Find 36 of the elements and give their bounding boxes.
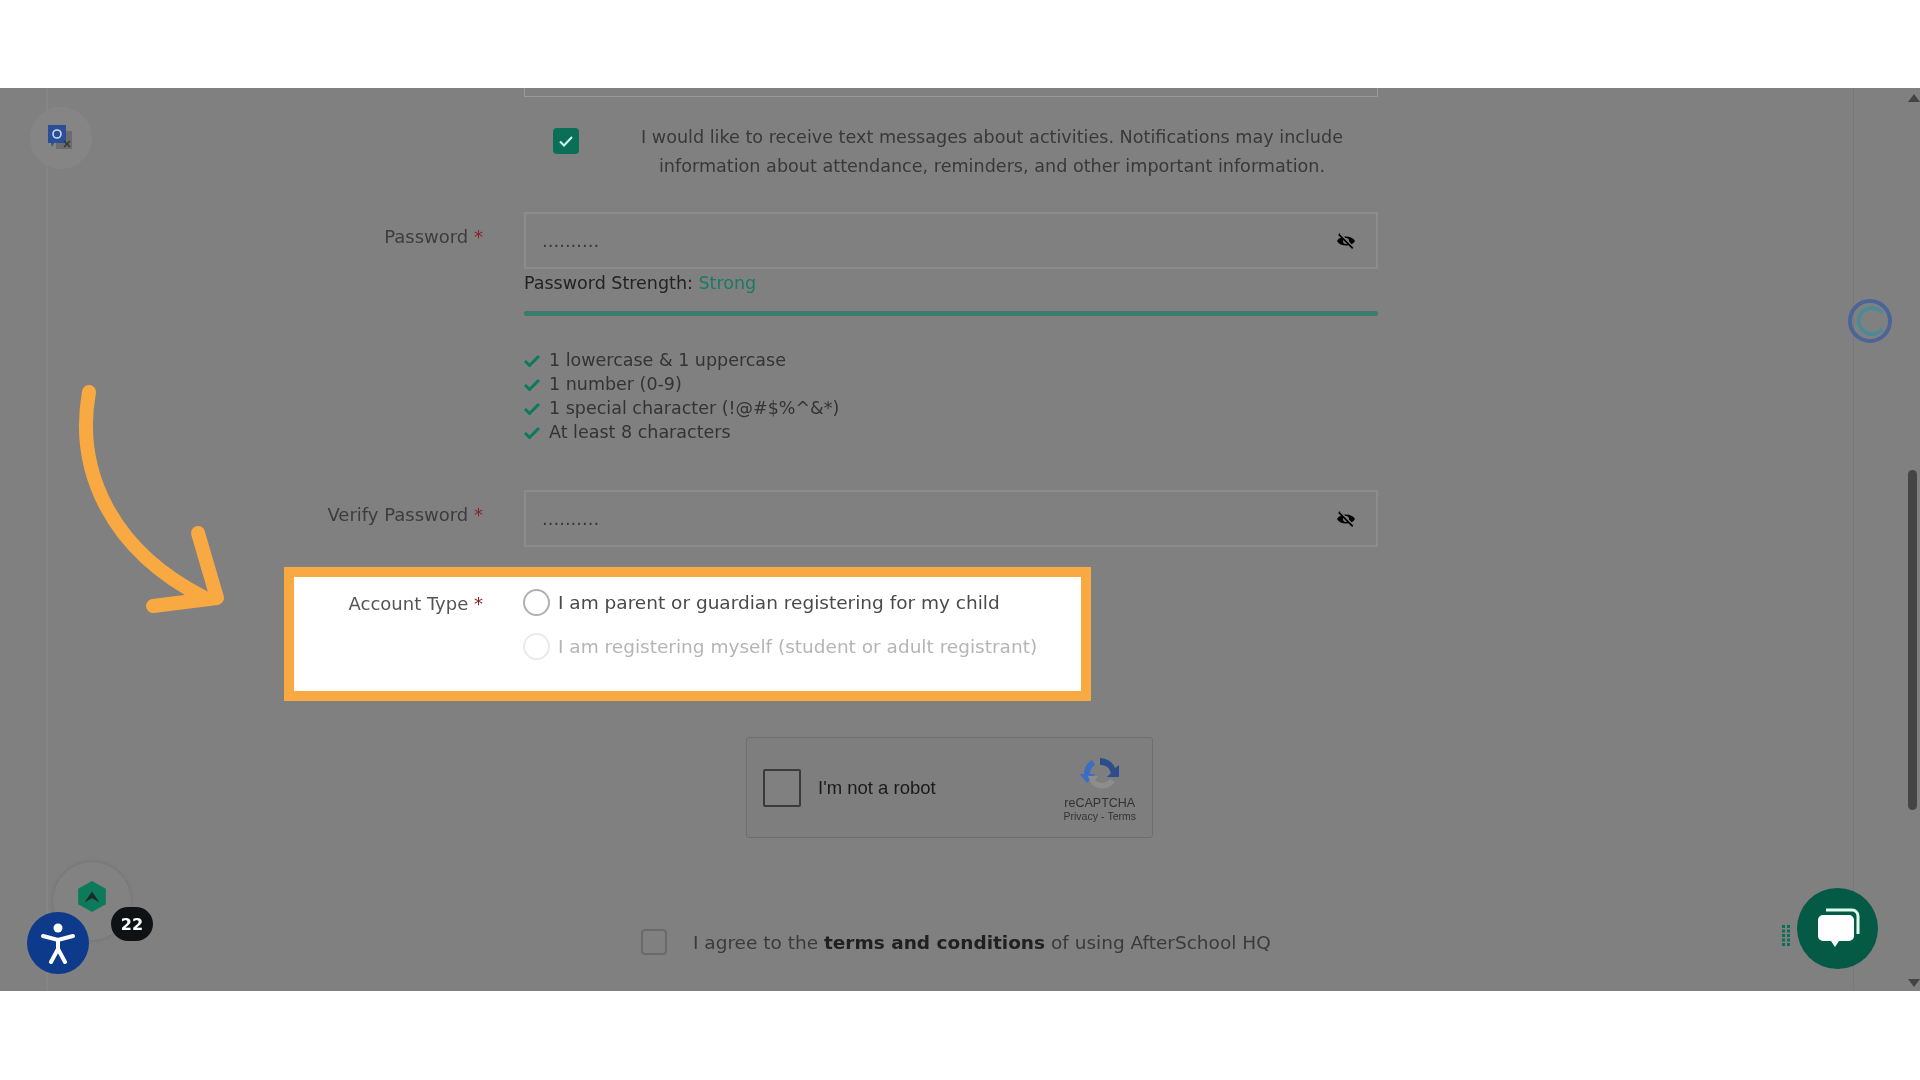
captcha-brand: reCAPTCHA xyxy=(1064,795,1136,810)
captcha-label: I'm not a robot xyxy=(818,776,937,799)
field-label: Verify Password * xyxy=(326,503,483,525)
field-label: Account Type * xyxy=(347,592,483,614)
check-icon xyxy=(524,401,540,415)
eye-slash-icon[interactable] xyxy=(1336,232,1356,249)
field-label: Password * xyxy=(383,225,483,247)
password-field[interactable]: .......... xyxy=(524,490,1378,547)
hexagon-logo-icon[interactable] xyxy=(77,881,107,912)
eye-slash-icon[interactable] xyxy=(1336,510,1356,527)
check-icon xyxy=(559,135,573,147)
terms-link[interactable]: Terms xyxy=(1107,809,1136,822)
check-icon xyxy=(524,425,540,439)
drag-handle-icon[interactable] xyxy=(1782,925,1790,947)
checkbox[interactable] xyxy=(763,768,801,807)
check-icon xyxy=(524,353,540,367)
checkbox[interactable] xyxy=(553,128,579,154)
sms-consent-text: I would like to receive text messages about activities. Notifications may include information about attendance, reminders, and other important information. xyxy=(640,126,1344,178)
password-field[interactable]: .......... xyxy=(524,212,1378,269)
notification-badge: 22 xyxy=(111,907,153,941)
password-strength-text: Password Strength: Strong xyxy=(524,273,758,293)
link-separator: - xyxy=(1100,809,1105,822)
c-logo-icon[interactable] xyxy=(1846,297,1894,345)
scrollbar-thumb[interactable] xyxy=(1908,470,1917,810)
requirement-text: 1 lowercase & 1 uppercase xyxy=(549,350,786,370)
input-field[interactable] xyxy=(524,88,1378,97)
requirement-text: At least 8 characters xyxy=(549,422,731,442)
accessibility-icon xyxy=(40,922,76,964)
radio-option[interactable]: I am parent or guardian registering for my child xyxy=(523,589,1081,616)
check-icon xyxy=(524,377,540,391)
terms-agreement-text: I agree to the terms and conditions of using AfterSchool HQ xyxy=(693,931,1271,953)
scroll-down-icon[interactable] xyxy=(1908,979,1920,987)
requirement-text: 1 number (0-9) xyxy=(549,374,682,394)
requirement-text: 1 special character (!@#$%^&*) xyxy=(549,398,840,418)
privacy-link[interactable]: Privacy xyxy=(1063,809,1098,822)
scroll-up-icon[interactable] xyxy=(1908,94,1920,102)
